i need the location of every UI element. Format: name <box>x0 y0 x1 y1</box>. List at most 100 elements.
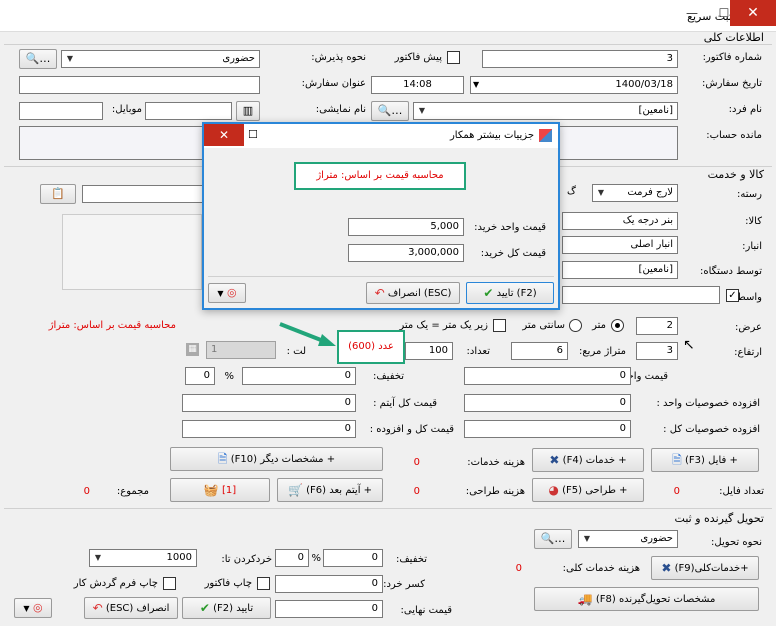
help-button[interactable]: ▼ ◎ <box>14 598 52 618</box>
display-name-field[interactable] <box>145 102 232 120</box>
unit-meter-label: متر <box>592 320 606 331</box>
reception-select[interactable]: ▼ حضوری <box>61 50 260 68</box>
machine-input[interactable]: [نامعین] <box>562 261 678 279</box>
category-g: گ <box>567 186 576 197</box>
paste-icon[interactable]: 📋 <box>40 184 76 204</box>
lifebuoy-icon: ◎ <box>33 601 43 614</box>
design-cost-value: 0 <box>413 486 420 497</box>
qty-units-value: عدد (600) <box>348 341 394 352</box>
qty-input[interactable]: 100 <box>405 342 453 360</box>
dialog-help-button[interactable]: ▼ ◎ <box>208 283 246 303</box>
broker-checkbox[interactable]: ✓ <box>726 289 739 302</box>
specs-icon: 🗎 <box>217 452 228 466</box>
invoice-no-input[interactable]: 3 <box>482 50 678 68</box>
chevron-down-icon: ▼ <box>217 289 224 298</box>
file-button-label: + فایل (F3) <box>684 455 738 466</box>
pre-invoice-checkbox[interactable] <box>447 51 460 64</box>
search-icon[interactable]: 🔍… <box>534 529 572 549</box>
dialog-divider <box>208 276 554 277</box>
item-input[interactable]: بنر درجه یک <box>562 212 678 230</box>
order-date-value: 1400/03/18 <box>615 79 673 90</box>
confirm-button-label: تایید (F2) <box>213 603 254 614</box>
cancel-button-label: انصراف (ESC) <box>105 603 170 614</box>
category-select[interactable]: ▼ لارج فرمت <box>592 184 678 202</box>
file-add-icon: 🗎 <box>672 453 682 467</box>
dialog-close-button[interactable]: ✕ <box>204 124 244 146</box>
close-button[interactable]: ✕ <box>730 0 776 26</box>
services-button[interactable]: + خدمات (F4) ✖ <box>532 448 644 472</box>
person-select[interactable]: ▼ [نامعین] <box>413 102 678 120</box>
confirm-button[interactable]: تایید (F2) ✔ <box>182 597 271 619</box>
next-item-button[interactable]: + آیتم بعد (F6) 🛒 <box>277 478 383 502</box>
print-flow-checkbox[interactable] <box>163 577 176 590</box>
mouse-cursor: ↖ <box>683 337 695 353</box>
print-invoice-checkbox[interactable] <box>257 577 270 590</box>
order-date-input[interactable]: ▼ 1400/03/18 <box>470 76 678 94</box>
item-image <box>62 214 202 290</box>
file-button[interactable]: + فایل (F3) 🗎 <box>651 448 759 472</box>
under-one-checkbox[interactable] <box>493 319 506 332</box>
general-services-button[interactable]: +خدمات‌کلی(F9) ✖ <box>651 556 759 580</box>
delivery-method-select[interactable]: ▼ حضوری <box>578 530 678 548</box>
minimize-button[interactable]: — <box>676 0 708 26</box>
design-cost-label: هزینه طراحی: <box>465 486 525 497</box>
display-name-label: نام نمایشی: <box>315 104 366 115</box>
cancel-button[interactable]: انصراف (ESC) ↶ <box>84 597 178 619</box>
colleague-details-dialog: جزییات بیشتر همکار ☐ ✕ محاسبه قیمت بر اس… <box>202 122 560 310</box>
category-search[interactable] <box>82 185 204 203</box>
deduction-input[interactable]: 0 <box>275 575 383 593</box>
delivery-discount-pct[interactable]: 0 <box>275 549 309 567</box>
warehouse-input[interactable]: انبار اصلی <box>562 236 678 254</box>
unit-cm-radio[interactable] <box>569 319 582 332</box>
height-input[interactable]: 3 <box>636 342 678 360</box>
cart-button[interactable]: [1] 🧺 <box>170 478 270 502</box>
dialog-title: جزییات بیشتر همکار <box>449 130 534 141</box>
dialog-cancel-button[interactable]: (ESC) انصراف ↶ <box>366 282 460 304</box>
order-time-input[interactable]: 14:08 <box>371 76 464 94</box>
total-extra-input[interactable]: 0 <box>464 420 631 438</box>
category-value: لارج فرمت <box>627 187 673 198</box>
undo-icon: ↶ <box>92 601 103 615</box>
calculator-icon[interactable]: ▦ <box>186 343 199 356</box>
mobile-input[interactable] <box>19 102 103 120</box>
check-icon: ✔ <box>483 286 494 300</box>
dialog-cancel-label: (ESC) انصراف <box>387 288 452 299</box>
total-buy-input: 3,000,000 <box>348 244 464 262</box>
truck-icon: 🚚 <box>577 592 593 606</box>
unit-price-input[interactable]: 0 <box>464 367 631 385</box>
chevron-down-icon: ▼ <box>473 80 480 89</box>
dialog-confirm-button[interactable]: (F2) تایید ✔ <box>466 282 554 304</box>
dialog-maximize-button[interactable]: ☐ <box>248 128 258 141</box>
delivery-discount-input[interactable]: 0 <box>323 549 383 567</box>
building-icon[interactable]: ▥ <box>236 101 260 121</box>
total-with-extra-input: 0 <box>182 420 356 438</box>
mobile-label: موبایل: <box>111 104 142 115</box>
check-icon: ✔ <box>199 601 210 615</box>
discount-input[interactable]: 0 <box>242 367 356 385</box>
delivery-method-value: حضوری <box>640 533 673 544</box>
general-services-label: هزینه خدمات کلی: <box>562 563 640 574</box>
receiver-button[interactable]: مشخصات تحویل‌گیرنده (F8) 🚚 <box>534 587 759 611</box>
lifebuoy-icon: ◎ <box>227 286 237 299</box>
round-select[interactable]: ▼ 1000 <box>89 549 197 567</box>
title-bar: ثبت سریع — ☐ ✕ <box>0 0 776 32</box>
discount-pct-input[interactable]: 0 <box>185 367 215 385</box>
final-price-input: 0 <box>275 600 383 618</box>
lot-input: 1 <box>206 341 276 359</box>
search-icon[interactable]: 🔍… <box>371 101 409 121</box>
arrow-icon <box>279 322 336 346</box>
unit-meter-radio[interactable] <box>611 319 624 332</box>
item-label: کالا: <box>745 216 762 227</box>
other-specs-button[interactable]: + مشخصات دیگر (F10) 🗎 <box>170 447 383 471</box>
width-input[interactable]: 2 <box>636 317 678 335</box>
unit-buy-input[interactable]: 5,000 <box>348 218 464 236</box>
deduction-label: کسر خرد: <box>383 579 425 590</box>
search-icon[interactable]: 🔍… <box>19 49 57 69</box>
final-price-label: قیمت نهایی: <box>400 605 452 616</box>
broker-input[interactable] <box>562 286 720 304</box>
order-title-input[interactable] <box>19 76 260 94</box>
design-button[interactable]: + طراحی (F5) ◕ <box>532 478 644 502</box>
pct-sign: % <box>311 553 321 564</box>
unit-extra-input[interactable]: 0 <box>464 394 631 412</box>
sqm-label: متراژ مربع: <box>578 346 626 357</box>
